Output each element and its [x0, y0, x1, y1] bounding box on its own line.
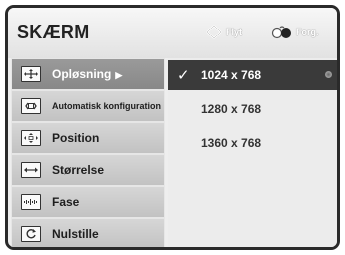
option-1280x768[interactable]: 1280 x 768 [168, 94, 337, 124]
menu-item-label: Automatisk konfiguration [52, 101, 162, 111]
menu-item-label: Position [52, 131, 100, 145]
menu-item-size[interactable]: Størrelse [11, 154, 165, 186]
option-label: 1280 x 768 [201, 102, 262, 116]
menu-item-reset[interactable]: Nulstille [11, 218, 165, 247]
osd-title: SKÆRM [17, 22, 90, 42]
back-hint: Forg. [271, 25, 319, 39]
option-1024x768[interactable]: ✓ 1024 x 768 [168, 60, 337, 90]
option-label: 1360 x 768 [201, 136, 262, 150]
position-arrows-icon [21, 130, 41, 146]
menu-item-resolution[interactable]: Opløsning ▶ [11, 58, 165, 90]
menu-item-position[interactable]: Position [11, 122, 165, 154]
dpad-move-icon [206, 25, 222, 39]
menu-item-label: Størrelse [52, 163, 105, 177]
return-icon [271, 26, 291, 39]
osd-window: SKÆRM Flyt Forg. Opløsning ▶ Automatisk … [5, 5, 340, 250]
submenu-arrow-icon: ▶ [115, 70, 123, 80]
menu-item-label: Fase [52, 195, 80, 209]
phase-icon [21, 194, 41, 210]
menu-item-label: Opløsning ▶ [52, 67, 123, 81]
option-1360x768[interactable]: 1360 x 768 [168, 128, 337, 158]
settings-menu: Opløsning ▶ Automatisk konfiguration Posi… [11, 58, 165, 247]
move-arrows-icon [21, 66, 41, 82]
menu-item-phase[interactable]: Fase [11, 186, 165, 218]
move-hint-label: Flyt [226, 27, 243, 37]
menu-item-label: Nulstille [52, 227, 99, 241]
reset-icon [21, 226, 41, 242]
size-arrows-icon [21, 162, 41, 178]
resolution-options: ✓ 1024 x 768 1280 x 768 1360 x 768 [168, 58, 337, 247]
check-icon: ✓ [177, 67, 190, 84]
menu-item-auto-config[interactable]: Automatisk konfiguration [11, 90, 165, 122]
scroll-indicator-icon [325, 71, 332, 78]
option-label: 1024 x 768 [201, 68, 262, 82]
auto-config-icon [21, 98, 41, 114]
back-hint-label: Forg. [296, 27, 319, 37]
move-hint: Flyt [205, 25, 242, 39]
osd-header: SKÆRM Flyt Forg. [8, 8, 337, 58]
